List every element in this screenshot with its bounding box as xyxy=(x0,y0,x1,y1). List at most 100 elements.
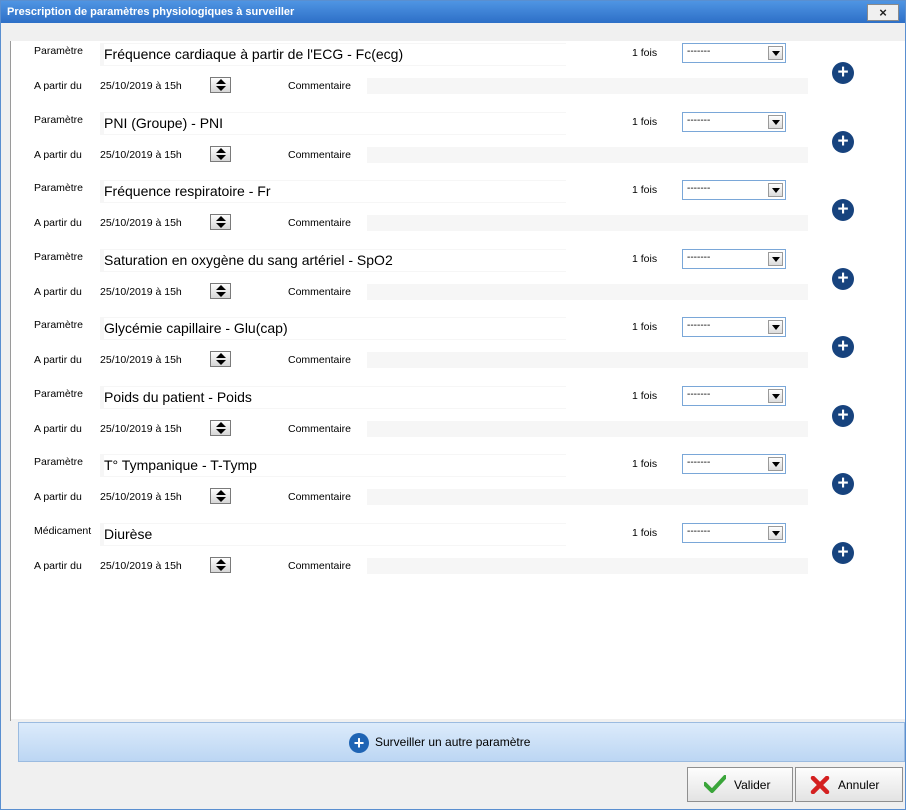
spinner-down-icon[interactable] xyxy=(216,154,226,160)
date-spinner[interactable] xyxy=(210,419,231,436)
parameter-name: T° Tympanique - T-Tymp xyxy=(104,455,566,476)
start-date-value: 25/10/2019 à 15h xyxy=(100,80,182,92)
row-kind-label: Paramètre xyxy=(34,182,84,194)
from-label: A partir du xyxy=(34,354,82,366)
comment-input[interactable] xyxy=(367,215,808,231)
prescription-dialog: Prescription de paramètres physiologique… xyxy=(0,0,906,810)
date-spinner[interactable] xyxy=(210,351,231,367)
frequency-label: 1 fois xyxy=(632,458,658,470)
frequency-label: 1 fois xyxy=(632,526,658,539)
spinner-down-icon[interactable] xyxy=(216,223,226,228)
spinner-down-icon[interactable] xyxy=(216,497,226,502)
comment-input[interactable] xyxy=(367,420,808,437)
frequency-select[interactable]: ------- xyxy=(682,111,786,132)
spinner-up-icon[interactable] xyxy=(216,353,226,358)
add-plus-icon[interactable]: + xyxy=(832,404,854,427)
parameter-row: Médicament Diurèse 1 fois ------- A partir d… xyxy=(10,521,905,591)
spinner-up-icon[interactable] xyxy=(216,79,226,84)
start-date-value: 25/10/2019 à 15h xyxy=(100,148,182,161)
left-divider xyxy=(10,41,11,721)
date-spinner[interactable] xyxy=(210,282,231,299)
dropdown-arrow-icon[interactable] xyxy=(768,183,783,197)
dropdown-arrow-icon[interactable] xyxy=(768,457,783,471)
add-plus-icon[interactable]: + xyxy=(832,62,854,84)
dropdown-arrow-icon[interactable] xyxy=(768,388,783,403)
start-date-value: 25/10/2019 à 15h xyxy=(100,285,182,298)
date-spinner[interactable] xyxy=(210,488,231,504)
spinner-down-icon[interactable] xyxy=(216,86,226,91)
from-label: A partir du xyxy=(34,148,82,161)
from-label: A partir du xyxy=(34,422,82,435)
cross-icon xyxy=(810,776,830,794)
spinner-up-icon[interactable] xyxy=(216,490,226,495)
add-plus-icon[interactable]: + xyxy=(832,199,854,221)
comment-label: Commentaire xyxy=(288,559,352,572)
comment-label: Commentaire xyxy=(288,354,352,366)
frequency-value: ------- xyxy=(687,183,711,194)
comment-input[interactable] xyxy=(367,146,808,163)
dropdown-arrow-icon[interactable] xyxy=(768,46,783,60)
from-label: A partir du xyxy=(34,491,82,503)
frequency-label: 1 fois xyxy=(632,321,658,333)
spinner-down-icon[interactable] xyxy=(216,360,226,365)
parameter-row: Paramètre Saturation en oxygène du sang a… xyxy=(10,247,905,317)
checkmark-icon xyxy=(704,775,726,793)
add-plus-icon[interactable]: + xyxy=(832,130,854,153)
frequency-label: 1 fois xyxy=(632,115,658,128)
date-spinner[interactable] xyxy=(210,77,231,93)
row-kind-label: Paramètre xyxy=(34,319,84,331)
from-label: A partir du xyxy=(34,559,82,572)
comment-label: Commentaire xyxy=(288,148,352,161)
add-plus-icon[interactable]: + xyxy=(832,473,854,495)
parameter-row: Paramètre T° Tympanique - T-Tymp 1 fois ---… xyxy=(10,452,905,522)
start-date-value: 25/10/2019 à 15h xyxy=(100,491,182,503)
add-plus-icon[interactable]: + xyxy=(832,336,854,358)
dropdown-arrow-icon[interactable] xyxy=(768,320,783,334)
comment-input[interactable] xyxy=(367,557,808,574)
spinner-up-icon[interactable] xyxy=(216,284,226,290)
frequency-select[interactable]: ------- xyxy=(682,180,786,200)
dropdown-arrow-icon[interactable] xyxy=(768,525,783,540)
frequency-value: ------- xyxy=(687,320,711,331)
spinner-up-icon[interactable] xyxy=(216,147,226,153)
date-spinner[interactable] xyxy=(210,145,231,162)
frequency-select[interactable]: ------- xyxy=(682,522,786,543)
add-parameter-button[interactable]: + Surveiller un autre paramètre xyxy=(18,722,905,762)
comment-input[interactable] xyxy=(367,489,808,505)
date-spinner[interactable] xyxy=(210,214,231,230)
title-bar: Prescription de paramètres physiologique… xyxy=(1,1,905,23)
comment-input[interactable] xyxy=(367,78,808,94)
spinner-down-icon[interactable] xyxy=(216,428,226,434)
parameter-name: Fréquence cardiaque à partir de l'ECG - … xyxy=(104,44,566,65)
cancel-button[interactable]: Annuler xyxy=(795,767,903,802)
spinner-up-icon[interactable] xyxy=(216,421,226,427)
parameter-row: Paramètre Fréquence cardiaque à partir de… xyxy=(10,41,905,111)
parameter-name: PNI (Groupe) - PNI xyxy=(104,112,566,134)
row-kind-label: Paramètre xyxy=(34,387,84,400)
frequency-select[interactable]: ------- xyxy=(682,43,786,63)
from-label: A partir du xyxy=(34,285,82,298)
spinner-down-icon[interactable] xyxy=(216,291,226,297)
dialog-title: Prescription de paramètres physiologique… xyxy=(7,6,295,18)
spinner-down-icon[interactable] xyxy=(216,565,226,571)
spinner-up-icon[interactable] xyxy=(216,558,226,564)
row-kind-label: Paramètre xyxy=(34,113,84,126)
parameter-name: Diurèse xyxy=(104,523,566,545)
frequency-value: ------- xyxy=(687,388,711,400)
parameter-name: Saturation en oxygène du sang artériel -… xyxy=(104,249,566,271)
validate-button[interactable]: Valider xyxy=(687,767,793,802)
add-plus-icon[interactable]: + xyxy=(832,541,854,564)
spinner-up-icon[interactable] xyxy=(216,216,226,221)
dropdown-arrow-icon[interactable] xyxy=(768,114,783,129)
comment-input[interactable] xyxy=(367,283,808,300)
frequency-select[interactable]: ------- xyxy=(682,317,786,337)
frequency-select[interactable]: ------- xyxy=(682,454,786,474)
frequency-value: ------- xyxy=(687,114,711,126)
frequency-select[interactable]: ------- xyxy=(682,385,786,406)
dropdown-arrow-icon[interactable] xyxy=(768,251,783,266)
comment-input[interactable] xyxy=(367,352,808,368)
add-plus-icon[interactable]: + xyxy=(832,267,854,290)
close-button[interactable]: × xyxy=(867,4,899,21)
frequency-select[interactable]: ------- xyxy=(682,248,786,269)
date-spinner[interactable] xyxy=(210,556,231,573)
